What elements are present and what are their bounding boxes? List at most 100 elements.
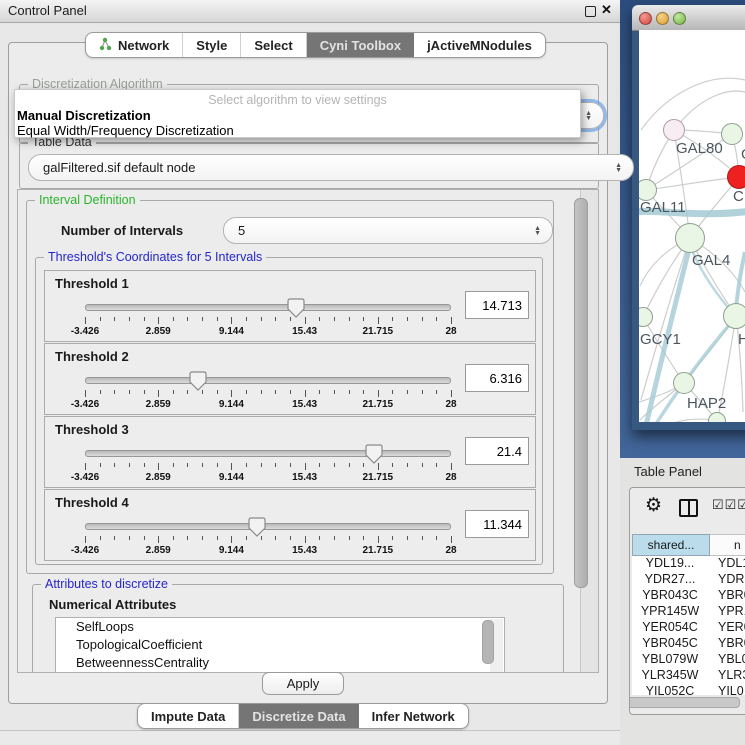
name-cell[interactable]: YER0	[708, 620, 745, 636]
slider-track[interactable]	[85, 450, 451, 457]
name-cell[interactable]: YBL0	[708, 652, 745, 668]
network-node[interactable]	[663, 119, 685, 141]
shared-name-cell[interactable]: YBR045C	[632, 636, 708, 652]
algorithm-dropdown-popup: Select algorithm to view settings Manual…	[14, 89, 581, 138]
table-row[interactable]: YBR043CYBR0	[632, 588, 745, 604]
tick-mark	[261, 317, 262, 321]
tick-mark	[144, 463, 145, 467]
name-cell[interactable]: YLR3	[708, 668, 745, 684]
table-horizontal-scrollbar[interactable]	[632, 695, 745, 708]
slider-track[interactable]	[85, 304, 451, 311]
tab-impute-data[interactable]: Impute Data	[138, 704, 239, 728]
tick-mark	[158, 390, 159, 397]
table-row[interactable]: YER054CYER0	[632, 620, 745, 636]
checkbox-icons[interactable]: ☑☑☑	[712, 497, 745, 513]
slider-track[interactable]	[85, 523, 451, 530]
network-node[interactable]	[723, 303, 745, 329]
attributes-scrollbar[interactable]	[490, 619, 503, 673]
tick-mark	[363, 536, 364, 540]
minimize-traffic-light[interactable]	[656, 12, 669, 25]
scrollbar-thumb[interactable]	[574, 198, 588, 588]
tab-cyni-toolbox[interactable]: Cyni Toolbox	[307, 33, 414, 57]
threshold-value-input[interactable]	[465, 291, 529, 319]
slider-thumb[interactable]	[365, 444, 383, 464]
shared-name-cell[interactable]: YDR27...	[632, 572, 708, 588]
slider-track[interactable]	[85, 377, 451, 384]
slider-thumb[interactable]	[248, 517, 266, 537]
threshold-value-input[interactable]	[465, 437, 529, 465]
threshold-slider[interactable]: -3.4262.8599.14415.4321.71528	[81, 516, 455, 556]
close-traffic-light[interactable]	[639, 12, 652, 25]
gear-icon[interactable]: ⚙	[645, 494, 662, 517]
split-columns-icon[interactable]	[679, 499, 698, 517]
threshold-slider[interactable]: -3.4262.8599.14415.4321.71528	[81, 370, 455, 410]
shared-name-cell[interactable]: YDL19...	[632, 556, 708, 572]
tick-label: 9.144	[219, 326, 244, 337]
close-icon[interactable]: ✕	[601, 2, 612, 18]
tab-style[interactable]: Style	[183, 33, 241, 57]
table-row[interactable]: YBL079WYBL0	[632, 652, 745, 668]
float-window-icon[interactable]	[585, 6, 596, 17]
tick-mark	[363, 390, 364, 394]
apply-button[interactable]: Apply	[262, 672, 344, 695]
shared-name-cell[interactable]: YIL052C	[632, 684, 708, 695]
name-cell[interactable]: YPR1	[708, 604, 745, 620]
name-cell[interactable]: YDL1	[708, 556, 745, 572]
tick-mark	[319, 536, 320, 540]
name-cell[interactable]: YBR0	[708, 636, 745, 652]
tick-label: -3.426	[71, 472, 99, 483]
threshold-value-input[interactable]	[465, 364, 529, 392]
column-header-shared-name[interactable]: shared...	[632, 534, 710, 556]
column-header-name[interactable]: n	[710, 534, 745, 556]
name-cell[interactable]: YBR0	[708, 588, 745, 604]
tick-mark	[217, 390, 218, 394]
tab-jactivemnodules[interactable]: jActiveMNodules	[414, 33, 545, 57]
attribute-item[interactable]: BetweennessCentrality	[56, 654, 504, 672]
zoom-traffic-light[interactable]	[673, 12, 686, 25]
number-of-intervals-combo[interactable]: 5 ▲▼	[223, 217, 553, 244]
attribute-item[interactable]: TopologicalCoefficient	[56, 636, 504, 654]
name-cell[interactable]: YIL0	[708, 684, 745, 695]
scrollbar-thumb[interactable]	[482, 620, 494, 664]
shared-name-cell[interactable]: YBL079W	[632, 652, 708, 668]
name-cell[interactable]: YDR2	[708, 572, 745, 588]
tab-discretize-data[interactable]: Discretize Data	[239, 704, 358, 728]
slider-thumb[interactable]	[189, 371, 207, 391]
table-rows[interactable]: YDL19...YDL1YDR27...YDR2YBR043CYBR0YPR14…	[632, 556, 745, 695]
tab-select[interactable]: Select	[241, 33, 306, 57]
threshold-value-input[interactable]	[465, 510, 529, 538]
threshold-slider[interactable]: -3.4262.8599.14415.4321.71528	[81, 443, 455, 483]
table-row[interactable]: YDR27...YDR2	[632, 572, 745, 588]
slider-thumb[interactable]	[287, 298, 305, 318]
scrollbar-thumb[interactable]	[629, 697, 740, 708]
popup-option-equal-width[interactable]: Equal Width/Frequency Discretization	[17, 123, 234, 138]
network-node[interactable]	[675, 223, 705, 253]
network-node[interactable]	[721, 123, 743, 145]
tick-mark	[392, 317, 393, 321]
tick-label: 2.859	[146, 472, 171, 483]
table-row[interactable]: YDL19...YDL1	[632, 556, 745, 572]
table-row[interactable]: YBR045CYBR0	[632, 636, 745, 652]
attribute-item[interactable]: SelfLoops	[56, 618, 504, 636]
tab-network[interactable]: Network	[86, 33, 183, 57]
table-row[interactable]: YLR345WYLR3	[632, 668, 745, 684]
table-data-combo[interactable]: galFiltered.sif default node ▲▼	[28, 154, 634, 181]
table-row[interactable]: YIL052CYIL0	[632, 684, 745, 695]
interval-definition-legend: Interval Definition	[35, 193, 140, 207]
threshold-slider[interactable]: -3.4262.8599.14415.4321.71528	[81, 297, 455, 337]
tick-mark	[85, 536, 86, 543]
network-canvas[interactable]: GAL80GCGAL11GAL4GCY1HHAP2	[639, 30, 745, 422]
shared-name-cell[interactable]: YPR145W	[632, 604, 708, 620]
table-row[interactable]: YPR145WYPR1	[632, 604, 745, 620]
network-node[interactable]	[673, 372, 695, 394]
shared-name-cell[interactable]: YLR345W	[632, 668, 708, 684]
numerical-attributes-list[interactable]: SelfLoopsTopologicalCoefficientBetweenne…	[55, 617, 505, 673]
network-node[interactable]	[727, 165, 745, 189]
tab-infer-network[interactable]: Infer Network	[359, 704, 468, 728]
tick-mark	[334, 536, 335, 540]
tick-mark	[451, 317, 452, 324]
shared-name-cell[interactable]: YBR043C	[632, 588, 708, 604]
settings-vertical-scrollbar[interactable]	[580, 190, 598, 672]
popup-option-manual-discretization[interactable]: Manual Discretization	[17, 108, 151, 123]
shared-name-cell[interactable]: YER054C	[632, 620, 708, 636]
